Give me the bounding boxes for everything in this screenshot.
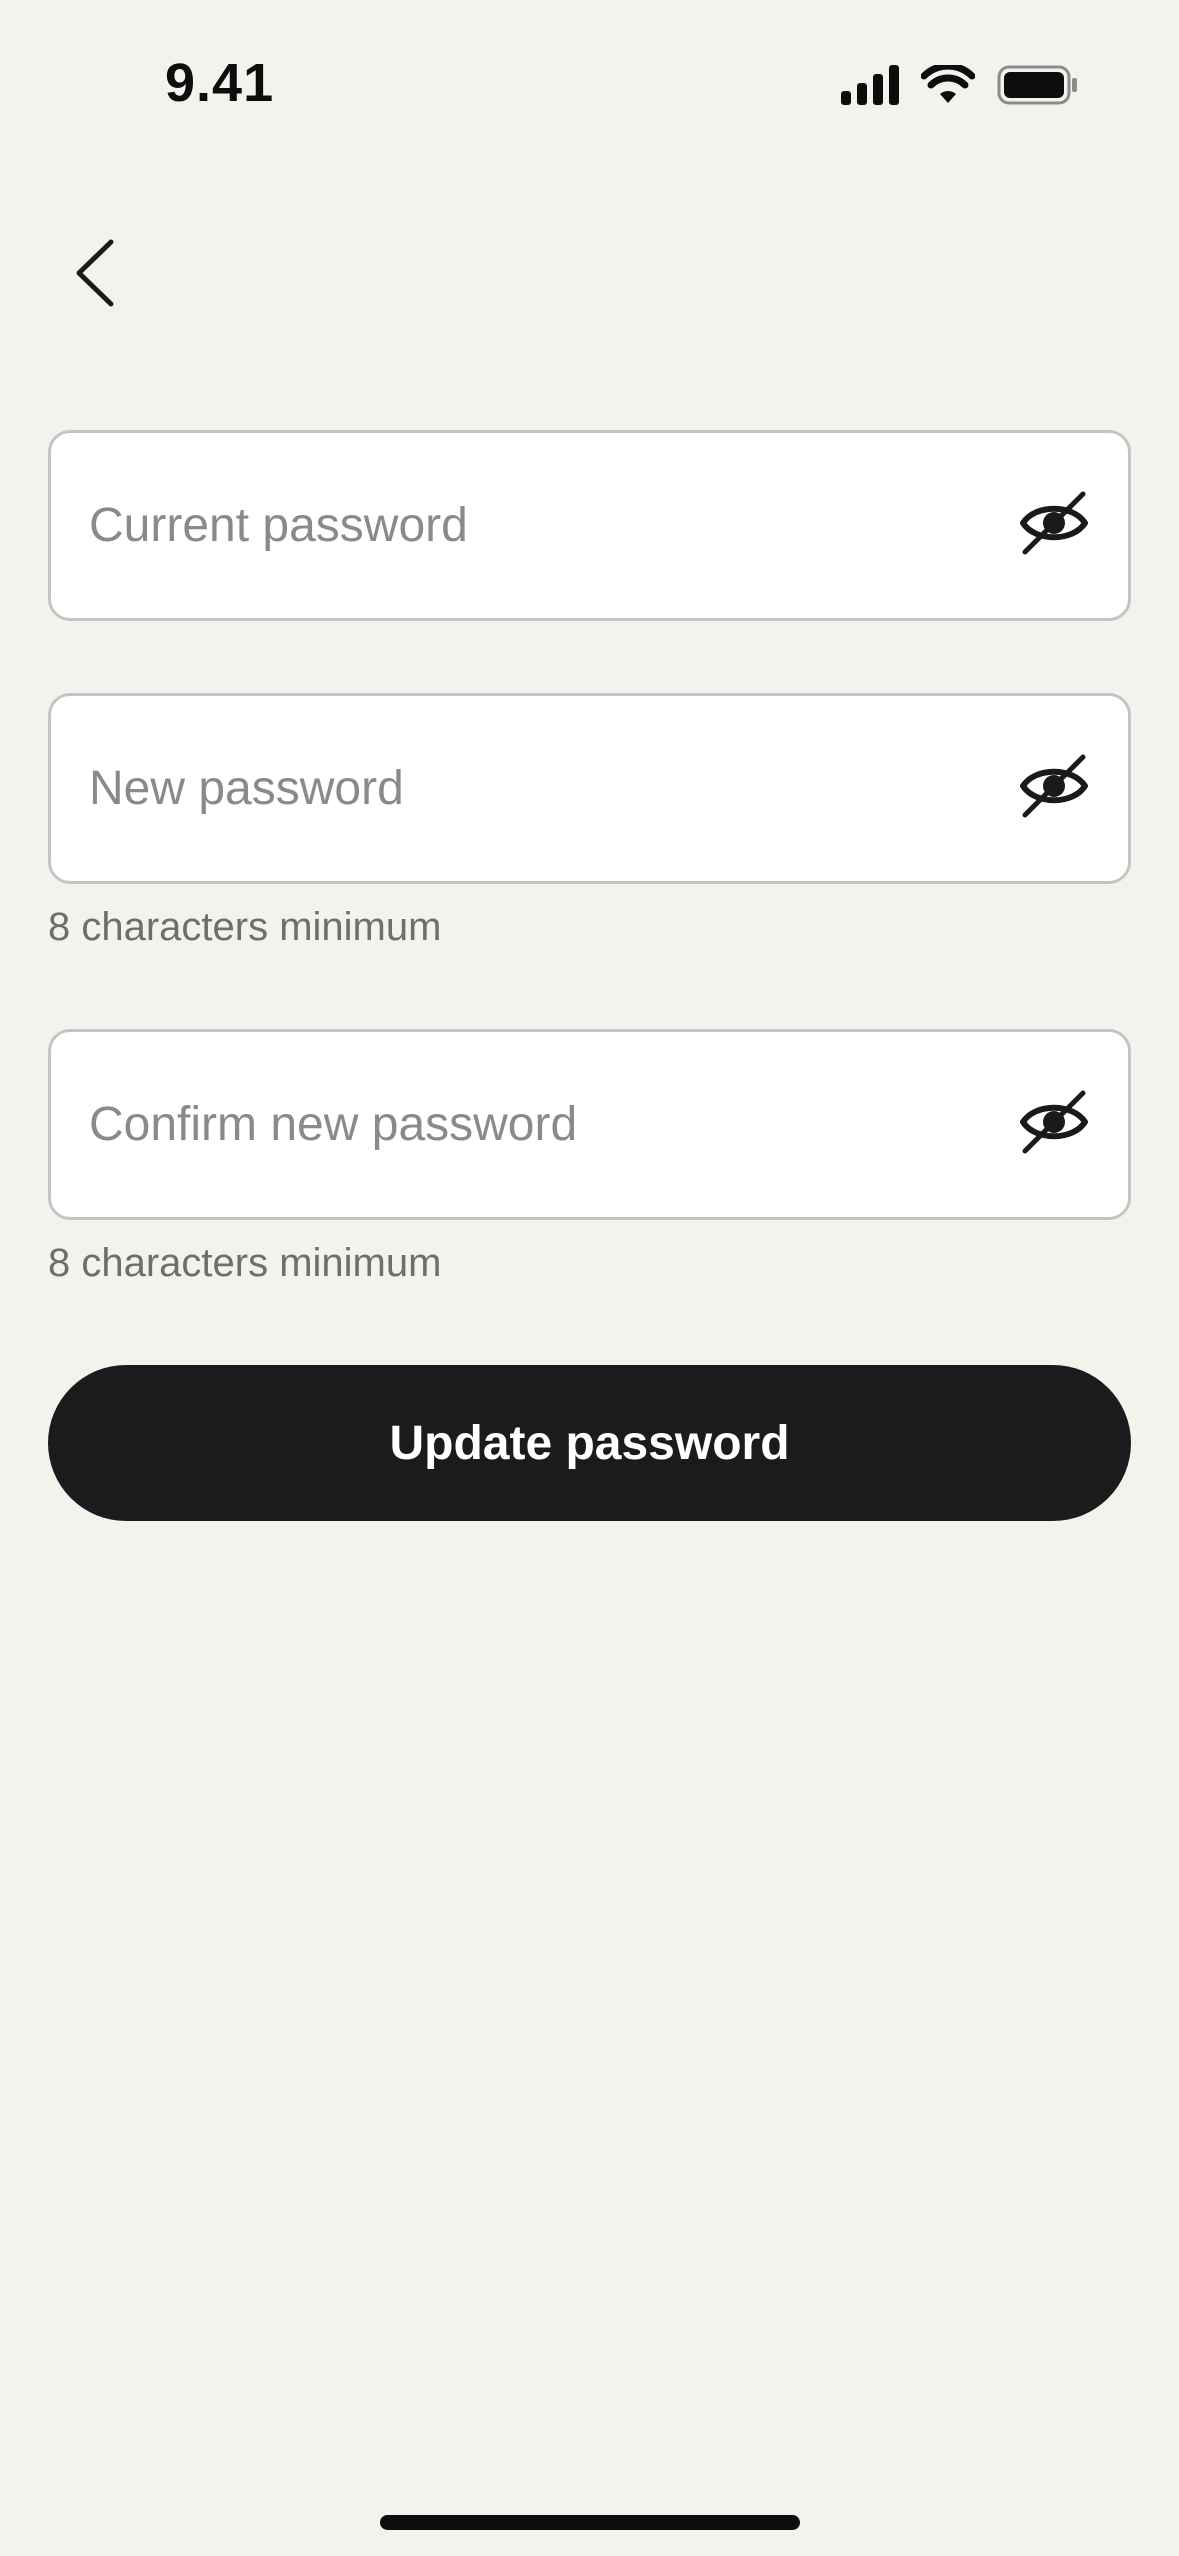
new-password-field — [48, 693, 1131, 884]
status-time: 9.41 — [165, 53, 275, 113]
update-password-button[interactable]: Update password — [48, 1365, 1131, 1521]
change-password-screen: 9.41 8 characters minimum 8 characters m… — [0, 0, 1179, 2556]
eye-off-icon — [1019, 753, 1089, 824]
confirm-password-input[interactable] — [89, 1032, 1018, 1217]
back-button[interactable] — [60, 230, 130, 320]
new-password-visibility-toggle[interactable] — [1018, 753, 1090, 825]
confirm-password-visibility-toggle[interactable] — [1018, 1089, 1090, 1161]
wifi-icon — [920, 62, 976, 110]
cellular-signal-icon — [841, 64, 899, 110]
new-password-hint: 8 characters minimum — [48, 905, 442, 949]
battery-icon — [997, 65, 1079, 110]
confirm-password-hint: 8 characters minimum — [48, 1241, 442, 1285]
new-password-input[interactable] — [89, 696, 1018, 881]
current-password-field — [48, 430, 1131, 621]
eye-off-icon — [1019, 490, 1089, 561]
status-bar: 9.41 — [0, 0, 1179, 150]
eye-off-icon — [1019, 1089, 1089, 1160]
current-password-visibility-toggle[interactable] — [1018, 490, 1090, 562]
current-password-input[interactable] — [89, 433, 1018, 618]
chevron-left-icon — [73, 238, 117, 313]
status-icons — [841, 62, 1079, 112]
home-indicator — [380, 2515, 800, 2530]
confirm-password-field — [48, 1029, 1131, 1220]
